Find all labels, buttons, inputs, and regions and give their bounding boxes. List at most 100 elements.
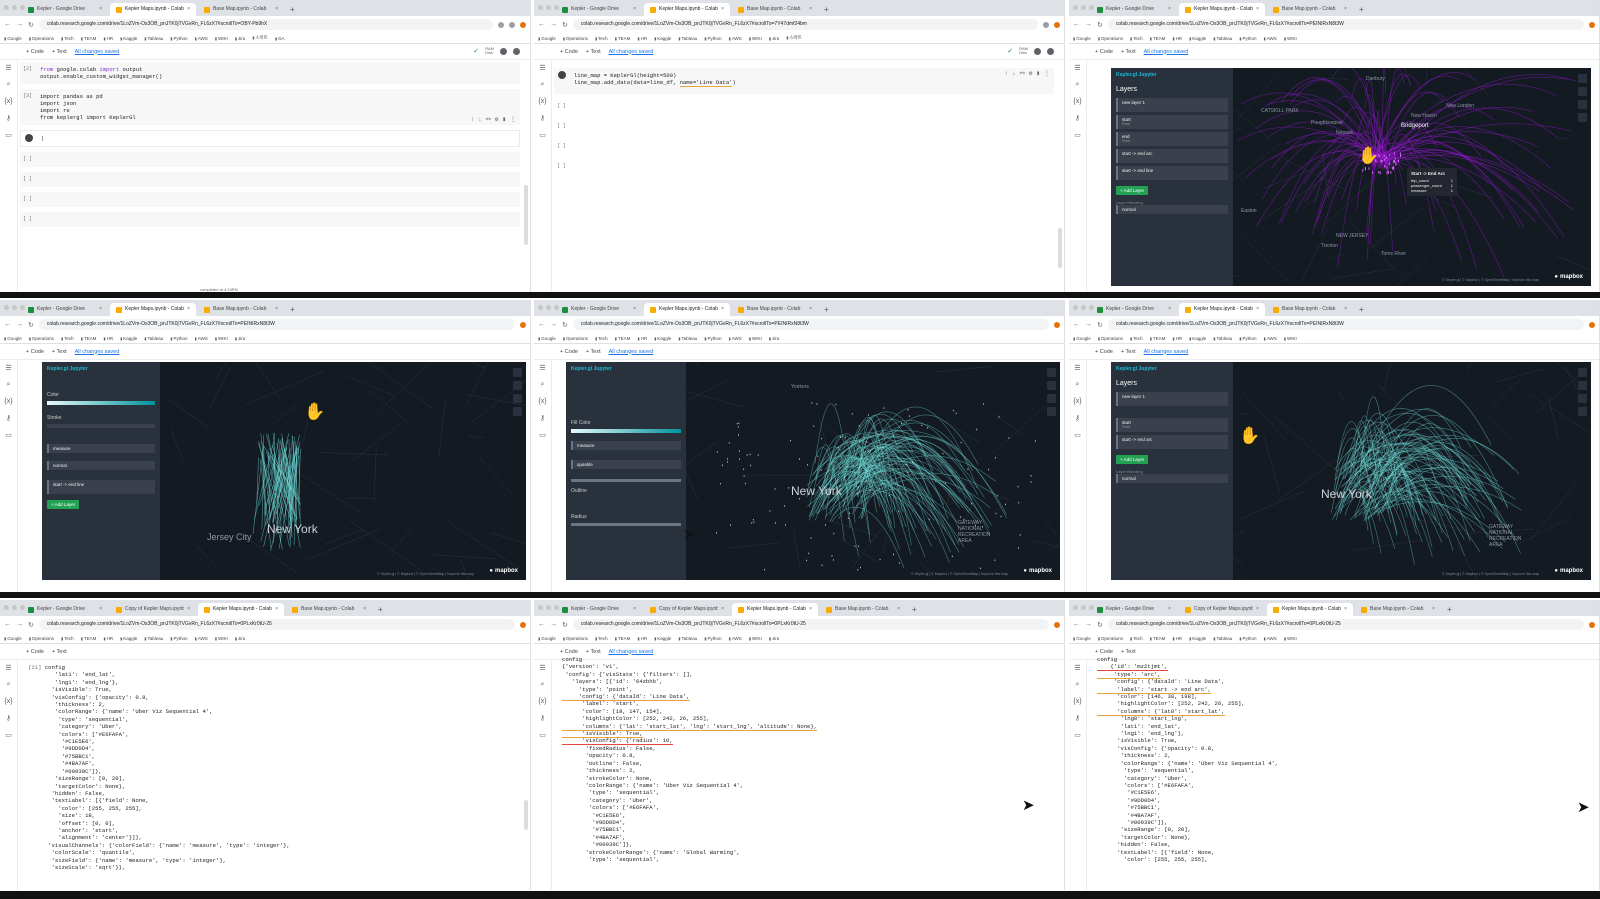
new-tab-button[interactable]: + bbox=[1355, 3, 1368, 16]
menu-icon[interactable]: ☰ bbox=[5, 664, 11, 672]
bookmark[interactable]: TEAM bbox=[1150, 336, 1166, 341]
variables-icon[interactable]: {x} bbox=[4, 698, 12, 705]
bookmark[interactable]: Google bbox=[4, 36, 22, 41]
close-icon[interactable]: × bbox=[721, 303, 724, 316]
bookmark[interactable]: Tableau bbox=[678, 636, 698, 641]
window-controls[interactable] bbox=[1073, 305, 1094, 310]
bookmark[interactable]: Tech bbox=[1130, 36, 1143, 41]
bookmark[interactable]: WIKI bbox=[1284, 36, 1297, 41]
close-icon[interactable]: × bbox=[1344, 3, 1347, 16]
tab-kepler-maps[interactable]: Kepler Maps.ipynb - Colab × bbox=[110, 3, 196, 16]
bookmark[interactable]: Operations bbox=[563, 336, 588, 341]
close-icon[interactable]: × bbox=[1432, 603, 1435, 616]
close-icon[interactable]: × bbox=[1344, 603, 1347, 616]
bookmark[interactable]: Python bbox=[1239, 636, 1256, 641]
bookmark[interactable]: TEAM bbox=[615, 36, 631, 41]
bookmark[interactable]: Tech bbox=[595, 336, 608, 341]
tab-kepler-maps[interactable]: Kepler Maps.ipynb - Colab × bbox=[198, 603, 284, 616]
reload-icon[interactable]: ↻ bbox=[28, 21, 34, 29]
gear-icon[interactable] bbox=[1047, 47, 1054, 55]
bookmark[interactable]: AWS bbox=[728, 36, 742, 41]
url-input[interactable]: colab.research.google.com/drive/1LoZVm-O… bbox=[38, 619, 515, 630]
bookmark[interactable]: Python bbox=[704, 36, 721, 41]
back-icon[interactable]: ← bbox=[538, 321, 545, 328]
bookmark[interactable]: WIKI bbox=[215, 336, 228, 341]
link-icon[interactable]: ⚯ bbox=[486, 116, 491, 123]
forward-icon[interactable]: → bbox=[550, 621, 557, 628]
close-icon[interactable]: × bbox=[897, 603, 900, 616]
url-input[interactable]: colab.research.google.com/drive/1LoZVm-O… bbox=[1107, 19, 1584, 30]
bookmark[interactable]: TEAM bbox=[81, 636, 97, 641]
bookmark[interactable]: Kaggle bbox=[1189, 336, 1206, 341]
reload-icon[interactable]: ↻ bbox=[562, 621, 568, 629]
tab-kepler-maps[interactable]: Kepler Maps.ipynb - Colab × bbox=[644, 3, 730, 16]
forward-icon[interactable]: → bbox=[1085, 621, 1092, 628]
add-code-button[interactable]: + Code bbox=[1095, 49, 1113, 55]
forward-icon[interactable]: → bbox=[550, 321, 557, 328]
share-icon[interactable] bbox=[1034, 47, 1041, 55]
layer-row[interactable]: start -> end arc bbox=[1116, 149, 1228, 163]
bookmark[interactable]: Operations bbox=[29, 336, 54, 341]
menu-icon[interactable]: ☰ bbox=[5, 364, 11, 372]
reload-icon[interactable]: ↻ bbox=[562, 21, 568, 29]
menu-icon[interactable]: ☰ bbox=[1074, 64, 1080, 72]
new-tab-button[interactable]: + bbox=[286, 3, 299, 16]
window-controls[interactable] bbox=[1073, 5, 1094, 10]
bookmark[interactable]: HR bbox=[103, 336, 114, 341]
reload-icon[interactable]: ↻ bbox=[562, 321, 568, 329]
add-code-button[interactable]: + Code bbox=[560, 649, 578, 655]
bookmark[interactable]: Tech bbox=[595, 636, 608, 641]
close-icon[interactable]: × bbox=[99, 303, 102, 316]
bookmark[interactable]: AWS bbox=[728, 636, 742, 641]
profile-avatar[interactable] bbox=[1589, 621, 1595, 628]
add-text-button[interactable]: + Text bbox=[586, 649, 601, 655]
tab-base-map[interactable]: Base Map.ipynb - Colab × bbox=[732, 303, 818, 316]
color-range-bar[interactable] bbox=[571, 429, 681, 433]
window-controls[interactable] bbox=[1073, 605, 1094, 610]
bookmark[interactable]: Tableau bbox=[144, 636, 164, 641]
window-controls[interactable] bbox=[538, 5, 559, 10]
empty-code-cell[interactable]: [ ] bbox=[20, 192, 520, 207]
bookmark[interactable]: Tableau bbox=[1213, 636, 1233, 641]
search-icon[interactable]: ⌕ bbox=[7, 681, 11, 689]
bookmark[interactable]: WIKI bbox=[1284, 336, 1297, 341]
layer-row[interactable]: new layer 1 bbox=[1116, 392, 1228, 406]
empty-code-cell[interactable]: [ ] bbox=[20, 212, 520, 227]
url-input[interactable]: colab.research.google.com/drive/1LoZVm-O… bbox=[572, 619, 1049, 630]
folder-icon[interactable]: ▭ bbox=[539, 431, 546, 439]
close-icon[interactable]: × bbox=[809, 303, 812, 316]
trash-icon[interactable] bbox=[1047, 381, 1056, 390]
forward-icon[interactable]: → bbox=[16, 321, 23, 328]
search-icon[interactable]: ⌕ bbox=[7, 81, 11, 89]
trash-icon[interactable] bbox=[1578, 87, 1587, 96]
bookmark[interactable]: Google bbox=[4, 336, 22, 341]
search-icon[interactable]: ⌕ bbox=[541, 81, 545, 89]
bookmark[interactable]: Tableau bbox=[1213, 36, 1233, 41]
profile-avatar[interactable] bbox=[1054, 321, 1060, 328]
menu-icon[interactable]: ☰ bbox=[539, 64, 545, 72]
scale-select[interactable]: quantile bbox=[571, 460, 681, 469]
trash-icon[interactable] bbox=[513, 381, 522, 390]
layer-row[interactable]: end Point bbox=[1116, 132, 1228, 146]
bookmark[interactable]: HR bbox=[103, 36, 114, 41]
locale-icon[interactable] bbox=[1578, 407, 1587, 416]
more-icon[interactable]: ⋮ bbox=[510, 116, 516, 123]
folder-icon[interactable]: ▭ bbox=[5, 731, 12, 739]
draw-icon[interactable] bbox=[1578, 394, 1587, 403]
bookmark[interactable]: Tableau bbox=[144, 36, 164, 41]
empty-code-cell[interactable]: [ ] bbox=[554, 139, 1054, 154]
add-code-button[interactable]: + Code bbox=[560, 49, 578, 55]
folder-icon[interactable]: ▭ bbox=[1074, 431, 1081, 439]
layers-toggle-icon[interactable] bbox=[1047, 368, 1056, 377]
bookmark[interactable]: Google bbox=[538, 336, 556, 341]
tab-base-map[interactable]: Base Map.ipynb - Colab × bbox=[820, 603, 906, 616]
bookmark[interactable]: TEAM bbox=[81, 336, 97, 341]
new-tab-button[interactable]: + bbox=[908, 603, 921, 616]
bookmark[interactable]: Tech bbox=[61, 336, 74, 341]
color-scale-select[interactable]: measure bbox=[571, 441, 681, 450]
bookmark[interactable]: Python bbox=[704, 336, 721, 341]
bookmark[interactable]: HR bbox=[637, 636, 648, 641]
window-controls[interactable] bbox=[538, 605, 559, 610]
tab-base-map[interactable]: Base Map.ipynb - Colab × bbox=[198, 3, 284, 16]
tab-drive[interactable]: Kepler - Google Drive × bbox=[556, 3, 642, 16]
